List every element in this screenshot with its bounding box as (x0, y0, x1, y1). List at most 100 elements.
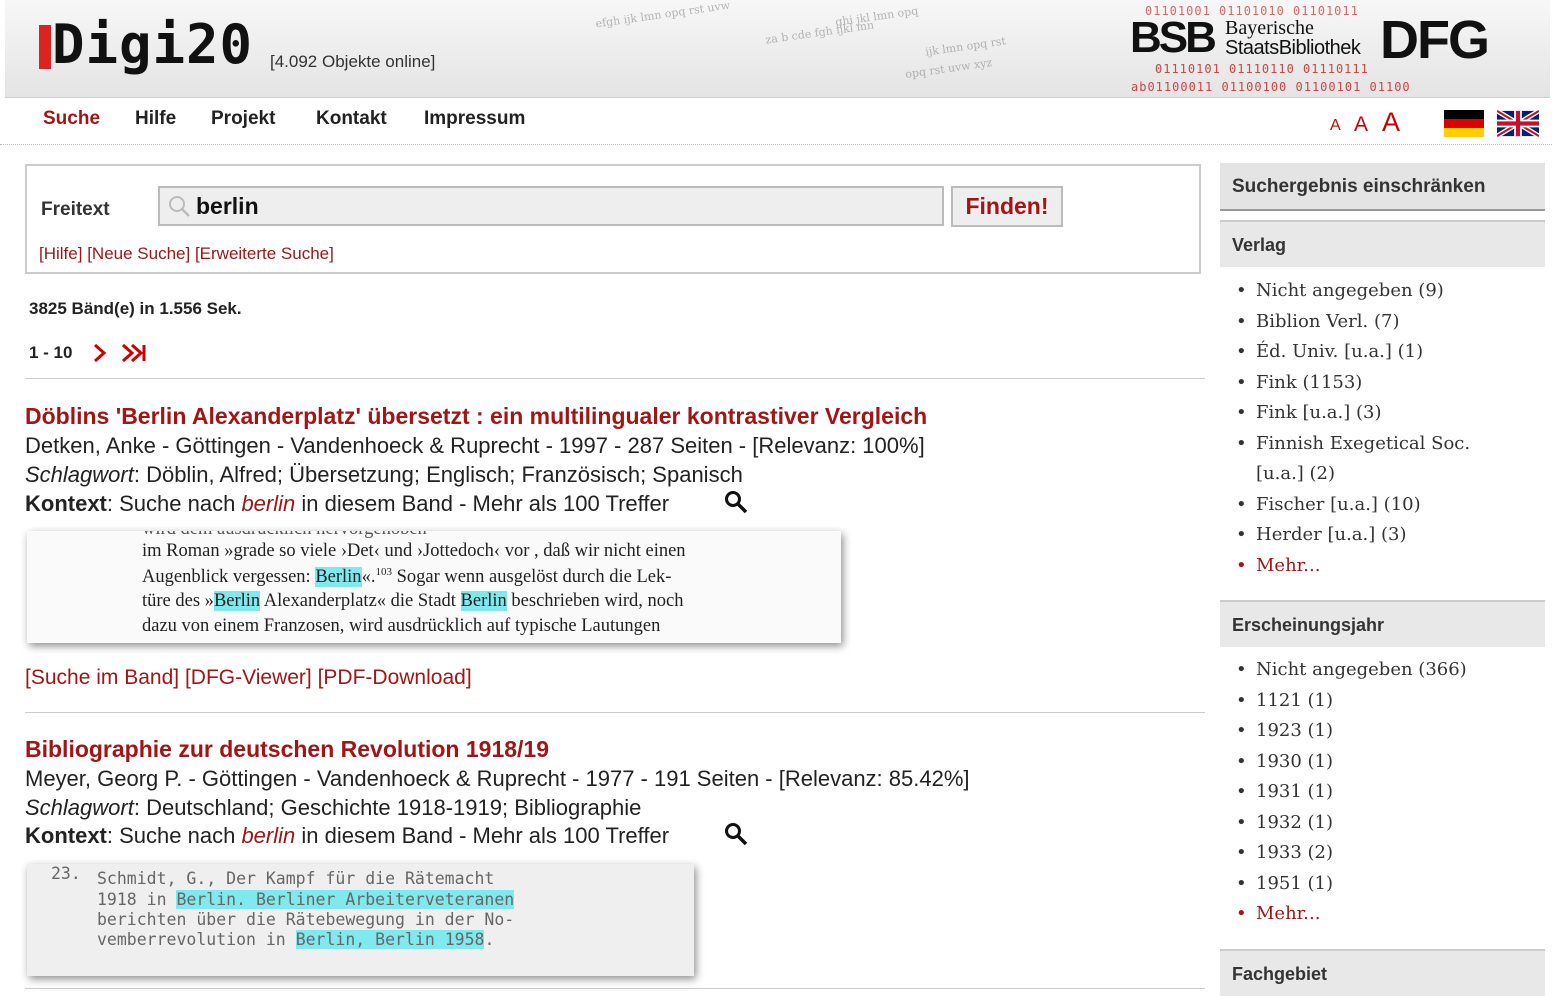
next-page-icon[interactable] (92, 342, 108, 364)
search-highlight: Berlin (460, 591, 507, 611)
snippet-text: 1918 in (97, 890, 177, 909)
kontext-text: in diesem Band - Mehr als 100 Treffer (295, 823, 670, 848)
nav-hilfe[interactable]: Hilfe (135, 108, 176, 130)
help-link[interactable]: [Hilfe] (39, 244, 82, 263)
kontext-term: berlin (241, 491, 296, 516)
search-field[interactable] (158, 186, 944, 226)
facet-heading-text: Erscheinungsjahr (1232, 615, 1385, 635)
snippet-line: wird dem ausdrücklich hervorgehoben (142, 531, 427, 540)
search-highlight: Berlin, Berlin 1958 (295, 930, 485, 949)
snippet-text: Alexanderplatz« die Stadt (260, 591, 461, 611)
search-panel: Freitext Finden! [Hilfe] [Neue Suche] [E… (25, 164, 1201, 274)
font-size-medium-button[interactable]: A (1354, 113, 1368, 137)
nav-suche[interactable]: Suche (43, 108, 100, 130)
snippet-text: Sogar wenn ausgelöst durch die Lek- (391, 567, 672, 588)
bsb-name-line2: StaatsBibliothek (1225, 37, 1361, 59)
facet-item[interactable]: Nicht angegeben (9) (1232, 276, 1470, 307)
snippet-line: berichten über die Rätebewegung in der N… (97, 910, 515, 929)
kontext-term: berlin (241, 823, 296, 848)
magnifier-icon[interactable] (724, 490, 750, 514)
search-highlight: Berlin (213, 591, 261, 611)
context-snippet-image[interactable]: 23. Schmidt, G., Der Kampf für die Rätem… (27, 864, 694, 976)
font-size-large-button[interactable]: A (1382, 107, 1400, 138)
decorative-letters: opq rst uvw xyz (904, 55, 993, 82)
result-title[interactable]: Döblins 'Berlin Alexanderplatz' übersetz… (25, 403, 927, 430)
facet-item[interactable]: 1931 (1) (1232, 777, 1467, 808)
binary-decoration: ab01100011 01100100 01100101 01100 (1131, 80, 1411, 94)
snippet-number: 23. (51, 864, 81, 883)
bsb-name-line1: Bayerische (1225, 17, 1314, 39)
search-highlight: Berlin (315, 567, 362, 588)
facet-item-continued[interactable]: [u.a.] (2) (1232, 459, 1470, 490)
footnote-number: 103 (375, 566, 392, 578)
search-links: [Hilfe] [Neue Suche] [Erweiterte Suche] (39, 244, 334, 264)
site-logo[interactable]: Digi20 (52, 14, 253, 76)
pager-range: 1 - 10 (29, 343, 73, 362)
decorative-letters: ijk lmn opq rst (924, 34, 1007, 59)
header-banner: efgh ijk lmn opq rst uvw za b cde fgh ij… (5, 0, 1550, 98)
font-size-small-button[interactable]: A (1330, 117, 1341, 135)
freitext-label: Freitext (41, 199, 110, 220)
dfg-viewer-link[interactable]: [DFG-Viewer] (185, 666, 312, 689)
context-snippet-image[interactable]: wird dem ausdrücklich hervorgehoben im R… (27, 531, 841, 643)
facet-item[interactable]: 1951 (1) (1232, 869, 1467, 900)
result-kontext: Kontext: Suche nach berlin in diesem Ban… (25, 491, 669, 517)
snippet-text: türe des » (142, 591, 214, 611)
snippet-line: Augenblick vergessen: Berlin«.103 Sogar … (142, 566, 671, 588)
search-in-volume-link[interactable]: [Suche im Band] (25, 666, 179, 689)
facet-item[interactable]: Biblion Verl. (7) (1232, 307, 1470, 338)
facet-item[interactable]: 1933 (2) (1232, 838, 1467, 869)
pdf-download-link[interactable]: [PDF-Download] (318, 666, 472, 689)
facet-item[interactable]: 1121 (1) (1232, 686, 1467, 717)
result-title[interactable]: Bibliographie zur deutschen Revolution 1… (25, 736, 549, 763)
facet-item[interactable]: 1930 (1) (1232, 747, 1467, 778)
site-header: efgh ijk lmn opq rst uvw za b cde fgh ij… (0, 0, 1552, 98)
search-input[interactable] (196, 192, 926, 220)
binary-decoration: 01110101 01110110 01110111 (1155, 62, 1369, 76)
snippet-line: Schmidt, G., Der Kampf für die Rätemacht (97, 869, 495, 888)
facet-more-link[interactable]: Mehr... (1232, 551, 1470, 582)
facet-item[interactable]: 1923 (1) (1232, 716, 1467, 747)
snippet-text: . (484, 930, 495, 949)
nav-kontakt[interactable]: Kontakt (316, 108, 387, 130)
snippet-text: vemberrevolution in (97, 930, 296, 949)
facet-item[interactable]: Herder [u.a.] (3) (1232, 520, 1470, 551)
result-meta: Meyer, Georg P. - Göttingen - Vandenhoec… (25, 766, 970, 791)
facet-more-link[interactable]: Mehr... (1232, 899, 1467, 930)
result-count: 3825 Bänd(e) in 1.556 Sek. (29, 299, 242, 318)
facet-item[interactable]: Fink (1153) (1232, 368, 1470, 399)
new-search-link[interactable]: [Neue Suche] (87, 244, 190, 263)
facet-item[interactable]: Fischer [u.a.] (10) (1232, 490, 1470, 521)
logo-mark (39, 25, 51, 69)
find-button[interactable]: Finden! (951, 186, 1063, 227)
kontext-text: : Suche nach (106, 491, 242, 516)
german-flag-icon[interactable] (1444, 110, 1484, 137)
nav-impressum[interactable]: Impressum (424, 108, 525, 130)
last-page-icon[interactable] (121, 342, 149, 364)
snippet-line: vemberrevolution in Berlin, Berlin 1958. (97, 930, 494, 949)
facet-heading-text: Verlag (1232, 235, 1287, 255)
kontext-text: : Suche nach (106, 823, 242, 848)
facet-item[interactable]: 1932 (1) (1232, 808, 1467, 839)
result-schlagwort: Schlagwort: Döblin, Alfred; Übersetzung;… (25, 462, 743, 488)
facet-item[interactable]: Nicht angegeben (366) (1232, 655, 1467, 686)
divider (25, 712, 1205, 713)
schlagwort-label: Schlagwort (25, 462, 134, 487)
schlagwort-value: : Döblin, Alfred; Übersetzung; Englisch;… (133, 462, 743, 487)
magnifier-icon[interactable] (724, 822, 750, 846)
facet-item[interactable]: Fink [u.a.] (3) (1232, 398, 1470, 429)
result-schlagwort: Schlagwort: Deutschland; Geschichte 1918… (25, 795, 641, 821)
divider (25, 378, 1205, 379)
advanced-search-link[interactable]: [Erweiterte Suche] (195, 244, 334, 263)
uk-flag-icon[interactable] (1497, 110, 1539, 137)
facet-item[interactable]: Finnish Exegetical Soc. (1232, 429, 1470, 460)
nav-projekt[interactable]: Projekt (211, 108, 275, 130)
facet-item[interactable]: Éd. Univ. [u.a.] (1) (1232, 337, 1470, 368)
decorative-letters: efgh ijk lmn opq rst uvw (594, 0, 731, 31)
dfg-logo[interactable]: DFG (1380, 12, 1490, 68)
result-kontext: Kontext: Suche nach berlin in diesem Ban… (25, 823, 669, 849)
snippet-line: 1918 in Berlin. Berliner Arbeiterveteran… (97, 890, 515, 909)
kontext-text: in diesem Band - Mehr als 100 Treffer (295, 491, 670, 516)
snippet-line: dazu von einem Franzosen, wird ausdrückl… (142, 616, 661, 636)
objects-online-count: [4.092 Objekte online] (270, 52, 436, 71)
